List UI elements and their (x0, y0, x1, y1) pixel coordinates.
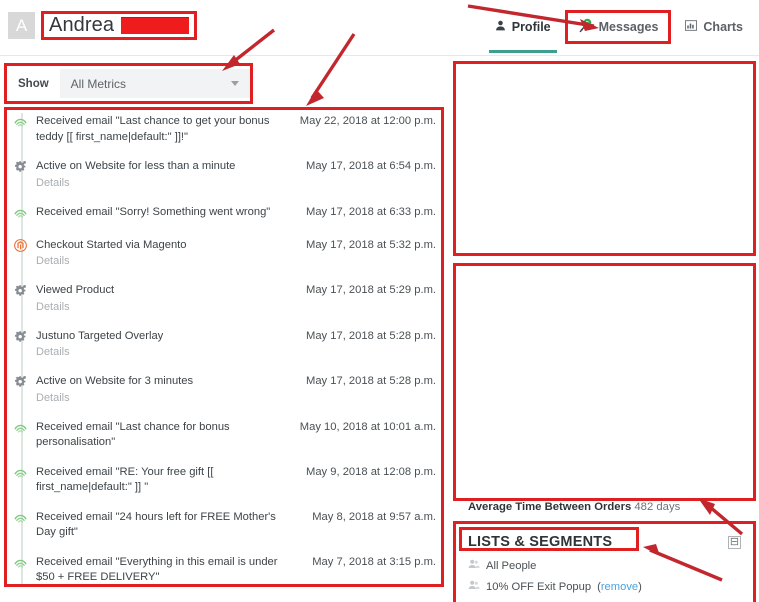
gear-icon (14, 160, 27, 178)
activity-row-icon (6, 238, 36, 270)
messages-tab-highlight: 5 Messages (564, 10, 672, 44)
segment-list: All People 10% OFF Exit Popup (remove) (456, 554, 753, 602)
page-header: A Andrea Profile 5 Messages Charts (0, 0, 759, 56)
metrics-card-highlight (453, 61, 756, 256)
metrics-filter-select[interactable]: All Metrics (59, 69, 250, 98)
badge-icon: 5 (578, 18, 593, 36)
redaction-block (121, 17, 190, 34)
received-email-icon (14, 556, 27, 574)
metrics-filter-value: All Metrics (70, 76, 127, 91)
tab-messages[interactable]: 5 Messages (576, 16, 661, 38)
header-divider (0, 55, 759, 56)
activity-row-icon (6, 555, 36, 586)
chevron-down-icon (231, 81, 239, 86)
segment-remove-link[interactable]: remove (601, 581, 638, 593)
magento-icon (14, 238, 27, 257)
segment-item[interactable]: 10% OFF Exit Popup (remove) (468, 576, 741, 597)
gear-icon (14, 330, 27, 348)
tab-profile[interactable]: Profile (485, 15, 561, 53)
segment-item-label: All People (486, 559, 537, 572)
page-title: Andrea (49, 14, 115, 36)
predictive-stat-value: 482 days (634, 501, 681, 513)
predictive-card-highlight (453, 263, 756, 501)
activity-feed-highlight (4, 107, 444, 587)
person-icon (495, 20, 506, 34)
activity-row-icon (6, 114, 36, 145)
received-email-icon (14, 206, 27, 224)
activity-row-icon (6, 159, 36, 191)
gear-icon (14, 284, 27, 302)
segment-item-label: 10% OFF Exit Popup (486, 580, 592, 593)
activity-row-icon (6, 283, 36, 315)
segment-remove-wrap: (remove) (597, 580, 642, 593)
avatar: A (8, 12, 35, 39)
list-icon (468, 579, 480, 594)
active-tab-underline (488, 50, 557, 53)
collapse-icon[interactable]: ⊟ (728, 535, 741, 549)
activity-row-icon (6, 329, 36, 361)
predictive-stat-label: Average Time Between Orders (468, 501, 632, 513)
lists-card-right-border (753, 521, 756, 602)
gear-icon (14, 375, 27, 393)
show-label: Show (18, 77, 49, 90)
bar-chart-icon (685, 20, 698, 34)
received-email-icon (14, 466, 27, 484)
tab-charts[interactable]: Charts (675, 15, 753, 39)
activity-row-icon (6, 510, 36, 541)
activity-row-icon (6, 374, 36, 406)
activity-row-icon (6, 465, 36, 496)
tab-profile-label: Profile (511, 20, 551, 34)
activity-row-icon (6, 205, 36, 224)
received-email-icon (14, 421, 27, 439)
received-email-icon (14, 115, 27, 133)
received-email-icon (14, 511, 27, 529)
tab-messages-label: Messages (598, 20, 659, 34)
lists-card-top-border (453, 521, 756, 524)
filter-bar-highlight: Show All Metrics (4, 63, 253, 104)
segment-item[interactable]: All People (468, 555, 741, 576)
list-icon (468, 558, 480, 573)
main-tabs: Profile 5 Messages Charts (485, 10, 753, 53)
svg-text:5: 5 (586, 21, 589, 27)
lists-title-highlight (459, 527, 639, 551)
activity-row-icon (6, 420, 36, 451)
lists-card-left-border (453, 521, 456, 602)
tab-charts-label: Charts (703, 20, 743, 34)
predictive-stat: Average Time Between Orders 482 days (468, 501, 741, 513)
customer-name-highlight: Andrea (41, 11, 198, 40)
